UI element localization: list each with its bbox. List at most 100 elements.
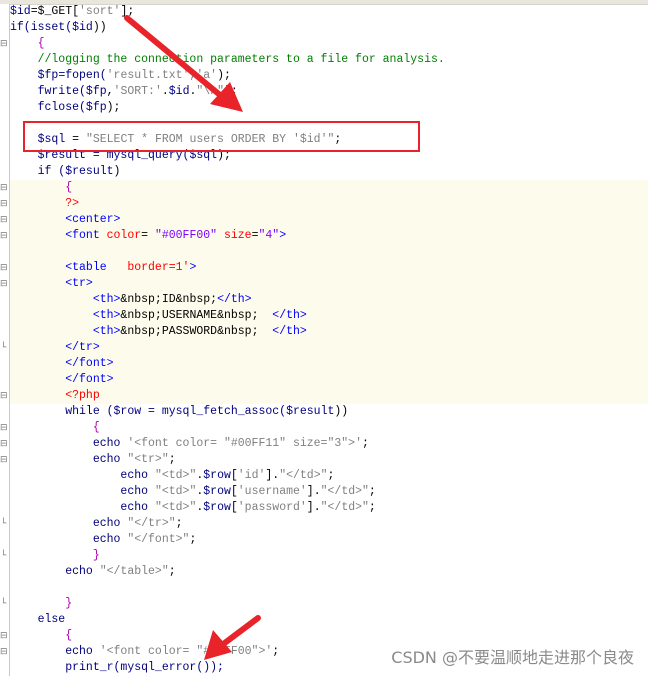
code-token: fclose(	[10, 101, 86, 114]
code-line[interactable]: echo "<td>".$row['password']."</td>";	[10, 500, 648, 516]
code-line[interactable]: </font>	[10, 372, 648, 388]
code-line[interactable]	[10, 580, 648, 596]
fold-marker[interactable]: ⊟	[0, 647, 8, 657]
code-line[interactable]: {	[10, 628, 648, 644]
code-token: //logging the connection parameters to a…	[10, 53, 445, 66]
fold-marker[interactable]: ⊟	[0, 455, 8, 465]
code-token: "4"	[258, 229, 280, 242]
code-token: print_r(mysql_error());	[10, 661, 224, 674]
code-token: [	[230, 485, 238, 498]
code-line[interactable]: echo "</table>";	[10, 564, 648, 580]
code-line[interactable]: if(isset($id))	[10, 20, 648, 36]
fold-marker[interactable]: ⊟	[0, 423, 8, 433]
code-line[interactable]: fwrite($fp,'SORT:'.$id."\n");	[10, 84, 648, 100]
code-line[interactable]: </tr>	[10, 340, 648, 356]
code-token: ID	[161, 293, 176, 306]
fold-marker[interactable]: └	[0, 343, 7, 353]
code-token: )	[113, 165, 121, 178]
code-token: "<td>"	[154, 501, 197, 514]
code-line[interactable]: $id=$_GET['sort'];	[10, 4, 648, 20]
code-line[interactable]: if ($result)	[10, 164, 648, 180]
code-line[interactable]: fclose($fp);	[10, 100, 648, 116]
code-line[interactable]: ?>	[10, 196, 648, 212]
fold-marker[interactable]: ⊟	[0, 439, 8, 449]
code-token: "</td>"	[279, 469, 328, 482]
code-line[interactable]: <th>&nbsp;ID&nbsp;</th>	[10, 292, 648, 308]
fold-marker[interactable]: ⊟	[0, 231, 8, 241]
code-token: $row	[113, 405, 142, 418]
fold-marker[interactable]: ⊟	[0, 631, 8, 641]
code-token: ;	[272, 645, 280, 658]
annotation-highlight-box	[23, 121, 420, 152]
fold-marker[interactable]: ⊟	[0, 215, 8, 225]
code-line[interactable]: echo "<tr>";	[10, 452, 648, 468]
code-line[interactable]: echo "</tr>";	[10, 516, 648, 532]
code-token: ;	[327, 469, 335, 482]
code-token: $fp	[85, 85, 107, 98]
code-token: $row	[203, 485, 231, 498]
code-token: echo	[10, 645, 100, 658]
code-line[interactable]: }	[10, 596, 648, 612]
code-token: echo	[10, 533, 128, 546]
code-token: ;	[189, 533, 197, 546]
code-line[interactable]: {	[10, 420, 648, 436]
code-line[interactable]: //logging the connection parameters to a…	[10, 52, 648, 68]
code-token: "</td>"	[320, 501, 369, 514]
fold-marker[interactable]: └	[0, 599, 7, 609]
code-token: $id	[168, 85, 190, 98]
code-token: 'id'	[237, 469, 266, 482]
code-line[interactable]: <tr>	[10, 276, 648, 292]
code-token: ].	[306, 501, 321, 514]
code-line[interactable]: $fp=fopen('result.txt','a');	[10, 68, 648, 84]
code-token: [	[230, 469, 238, 482]
code-token: ))	[334, 405, 349, 418]
code-token: </font>	[10, 357, 114, 370]
code-line[interactable]: echo "</font>";	[10, 532, 648, 548]
code-line[interactable]: else	[10, 612, 648, 628]
code-line[interactable]: <?php	[10, 388, 648, 404]
code-token: 'sort'	[79, 5, 121, 18]
fold-marker[interactable]: ⊟	[0, 391, 8, 401]
code-token: while (	[10, 405, 114, 418]
code-line[interactable]: <center>	[10, 212, 648, 228]
code-line[interactable]: </font>	[10, 356, 648, 372]
code-token: );	[217, 69, 231, 82]
code-token: &nbsp;	[175, 293, 218, 306]
fold-marker[interactable]: ⊟	[0, 39, 8, 49]
code-line[interactable]: <th>&nbsp;PASSWORD&nbsp; </th>	[10, 324, 648, 340]
code-token: <font	[10, 229, 107, 242]
code-line[interactable]: echo '<font color= "#00FF11" size="3">';	[10, 436, 648, 452]
code-token: =	[141, 229, 155, 242]
fold-marker[interactable]: ⊟	[0, 199, 8, 209]
code-line[interactable]: <th>&nbsp;USERNAME&nbsp; </th>	[10, 308, 648, 324]
code-line[interactable]: while ($row = mysql_fetch_assoc($result)…	[10, 404, 648, 420]
code-token: size	[217, 229, 252, 242]
code-line[interactable]: echo "<td>".$row['username']."</td>";	[10, 484, 648, 500]
code-token: 'password'	[237, 501, 307, 514]
fold-marker[interactable]: └	[0, 551, 7, 561]
code-token: ,	[106, 85, 114, 98]
fold-marker[interactable]: ⊟	[0, 263, 8, 273]
code-line[interactable]: }	[10, 548, 648, 564]
fold-marker[interactable]: ⊟	[0, 183, 8, 193]
watermark-text: CSDN @不要温顺地走进那个良夜	[391, 648, 634, 667]
code-line[interactable]: <table border=1'>	[10, 260, 648, 276]
code-token: </th>	[217, 293, 252, 306]
fold-marker[interactable]: └	[0, 519, 7, 529]
code-token: &nbsp;	[217, 325, 259, 338]
code-line[interactable]: {	[10, 36, 648, 52]
code-token: "<td>"	[154, 485, 197, 498]
code-token: = mysql_fetch_assoc(	[141, 405, 287, 418]
fold-marker[interactable]: ⊟	[0, 279, 8, 289]
code-line[interactable]: echo "<td>".$row['id']."</td>";	[10, 468, 648, 484]
code-token: ;	[368, 501, 376, 514]
code-token: <th>	[10, 293, 121, 306]
code-token: {	[10, 629, 73, 642]
code-token: echo	[10, 565, 100, 578]
code-line[interactable]	[10, 244, 648, 260]
code-token: &nbsp;	[120, 293, 162, 306]
code-line[interactable]: {	[10, 180, 648, 196]
code-line[interactable]: <font color= "#00FF00" size="4">	[10, 228, 648, 244]
code-token: $fp	[37, 69, 59, 82]
